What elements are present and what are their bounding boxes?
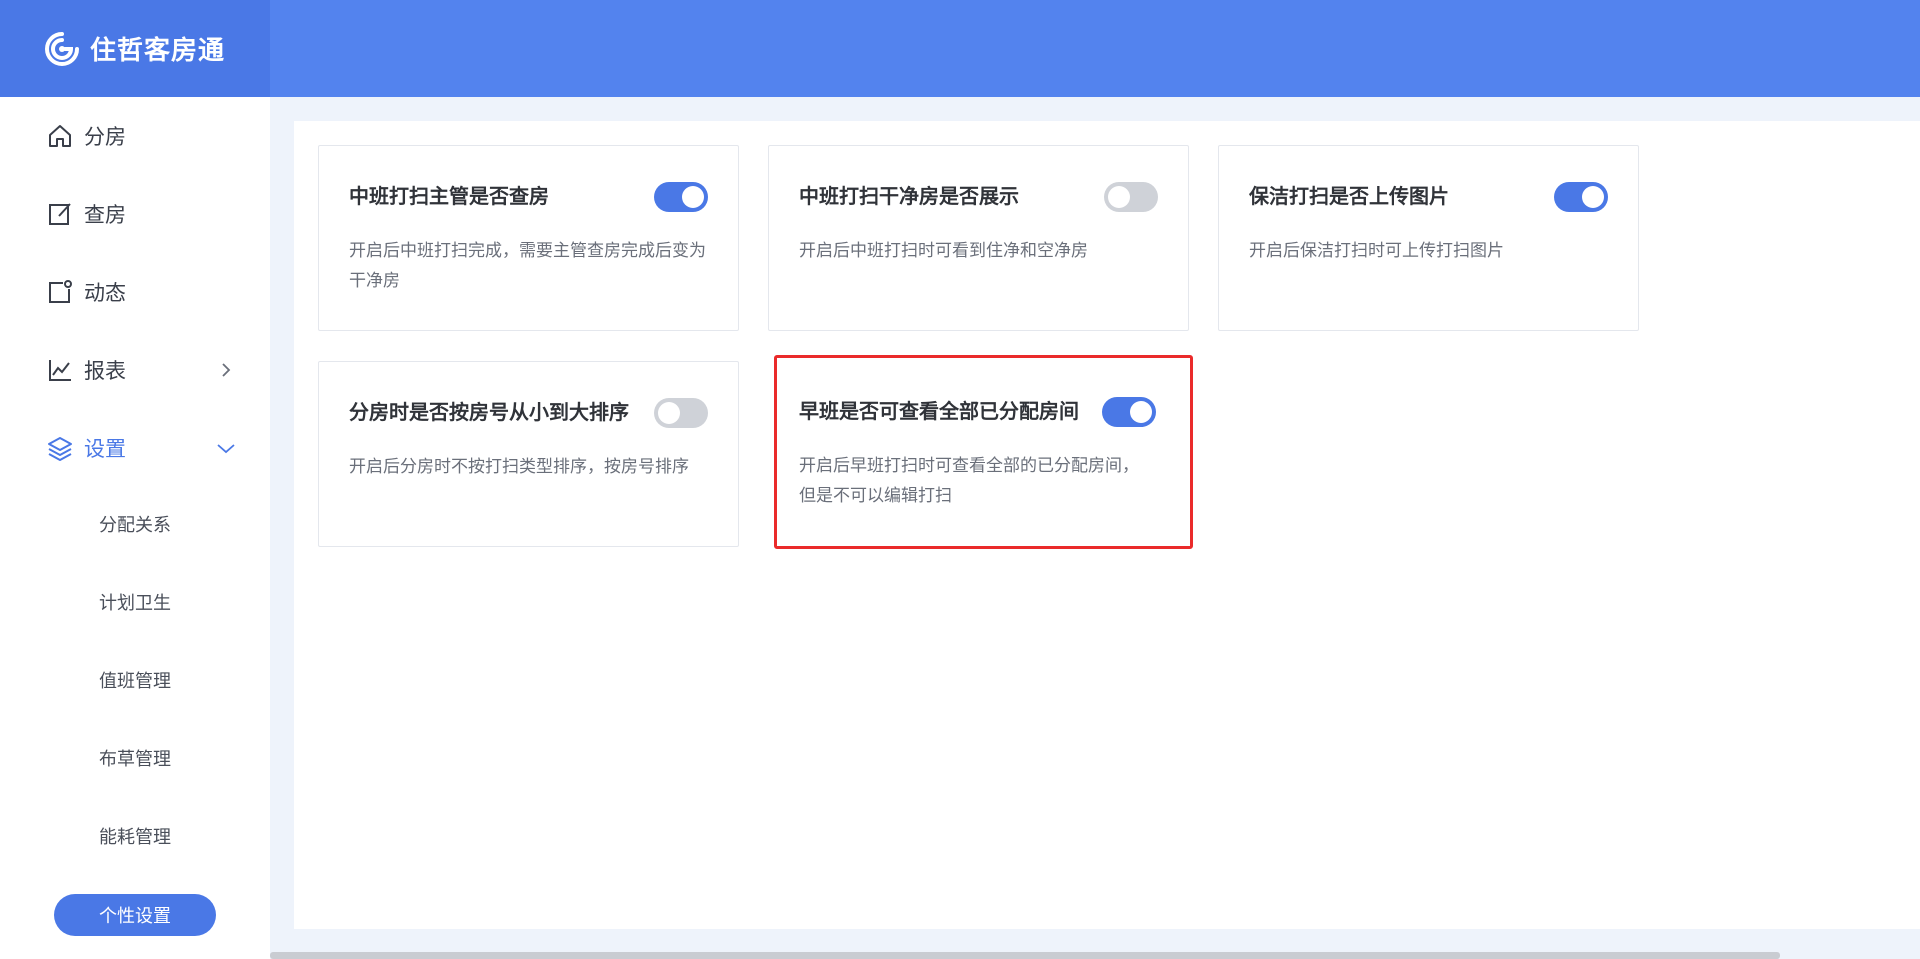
brand-logo-icon <box>45 31 79 66</box>
sidebar: 分房 查房 动态 报表 设置 分配关系 计划卫生 值班管理 布草管理 能耗管理 … <box>0 97 270 959</box>
sidebar-item-label: 分房 <box>84 125 126 149</box>
setting-title: 中班打扫主管是否查房 <box>349 184 549 208</box>
setting-description: 开启后早班打扫时可查看全部的已分配房间，但是不可以编辑打扫 <box>799 456 1139 506</box>
toggle-knob <box>1130 401 1152 423</box>
toggle-knob <box>1108 186 1130 208</box>
sidebar-item-shezhi[interactable]: 设置 <box>0 423 270 473</box>
brand-name: 住哲客房通 <box>90 36 226 66</box>
sidebar-subitem-fenpeiguanxi[interactable]: 分配关系 <box>0 502 270 546</box>
chevron-right-icon <box>216 360 236 380</box>
toggle-knob <box>658 402 680 424</box>
brand-bar: 住哲客房通 <box>0 0 270 97</box>
chevron-down-icon <box>216 438 236 458</box>
line-chart-icon <box>46 356 74 384</box>
setting-card: 中班打扫干净房是否展示 开启后中班打扫时可看到住净和空净房 <box>768 145 1189 331</box>
setting-toggle[interactable] <box>654 398 708 428</box>
setting-title: 中班打扫干净房是否展示 <box>799 184 1019 208</box>
sidebar-item-label: 动态 <box>84 281 126 305</box>
setting-card: 中班打扫主管是否查房 开启后中班打扫完成，需要主管查房完成后变为干净房 <box>318 145 739 331</box>
sidebar-subitem-nenghaoguanli[interactable]: 能耗管理 <box>0 814 270 858</box>
sidebar-item-dongtai[interactable]: 动态 <box>0 267 270 317</box>
setting-title: 保洁打扫是否上传图片 <box>1249 184 1449 208</box>
setting-toggle[interactable] <box>1102 397 1156 427</box>
sidebar-subitem-gexingshezhi[interactable]: 个性设置 <box>54 894 216 936</box>
setting-card: 保洁打扫是否上传图片 开启后保洁打扫时可上传打扫图片 <box>1218 145 1639 331</box>
setting-description: 开启后中班打扫时可看到住净和空净房 <box>799 241 1088 261</box>
notification-square-icon <box>46 278 74 306</box>
setting-card-highlighted: 早班是否可查看全部已分配房间 开启后早班打扫时可查看全部的已分配房间，但是不可以… <box>774 355 1193 549</box>
toggle-knob <box>1582 186 1604 208</box>
layers-icon <box>46 434 74 462</box>
sidebar-subitem-bucaoguanli[interactable]: 布草管理 <box>0 736 270 780</box>
sidebar-subitem-jihuaweisheng[interactable]: 计划卫生 <box>0 580 270 624</box>
sidebar-item-chafang[interactable]: 查房 <box>0 189 270 239</box>
setting-description: 开启后分房时不按打扫类型排序，按房号排序 <box>349 457 689 477</box>
setting-toggle[interactable] <box>1104 182 1158 212</box>
toggle-knob <box>682 186 704 208</box>
sidebar-item-label: 设置 <box>84 437 126 461</box>
setting-toggle[interactable] <box>654 182 708 212</box>
setting-card: 分房时是否按房号从小到大排序 开启后分房时不按打扫类型排序，按房号排序 <box>318 361 739 547</box>
setting-description: 开启后中班打扫完成，需要主管查房完成后变为干净房 <box>349 241 706 291</box>
sidebar-subitem-zhibanguanli[interactable]: 值班管理 <box>0 658 270 702</box>
sidebar-item-label: 报表 <box>84 359 126 383</box>
top-header <box>0 0 1920 97</box>
setting-description: 开启后保洁打扫时可上传打扫图片 <box>1249 241 1504 261</box>
home-icon <box>46 122 74 150</box>
setting-title: 早班是否可查看全部已分配房间 <box>799 399 1079 423</box>
sidebar-item-fenfang[interactable]: 分房 <box>0 111 270 161</box>
edit-note-icon <box>46 200 74 228</box>
sidebar-item-label: 查房 <box>84 203 126 227</box>
setting-title: 分房时是否按房号从小到大排序 <box>349 400 629 424</box>
horizontal-scrollbar[interactable] <box>270 952 1780 959</box>
settings-panel: 中班打扫主管是否查房 开启后中班打扫完成，需要主管查房完成后变为干净房 中班打扫… <box>294 121 1920 929</box>
sidebar-item-baobiao[interactable]: 报表 <box>0 345 270 395</box>
setting-toggle[interactable] <box>1554 182 1608 212</box>
